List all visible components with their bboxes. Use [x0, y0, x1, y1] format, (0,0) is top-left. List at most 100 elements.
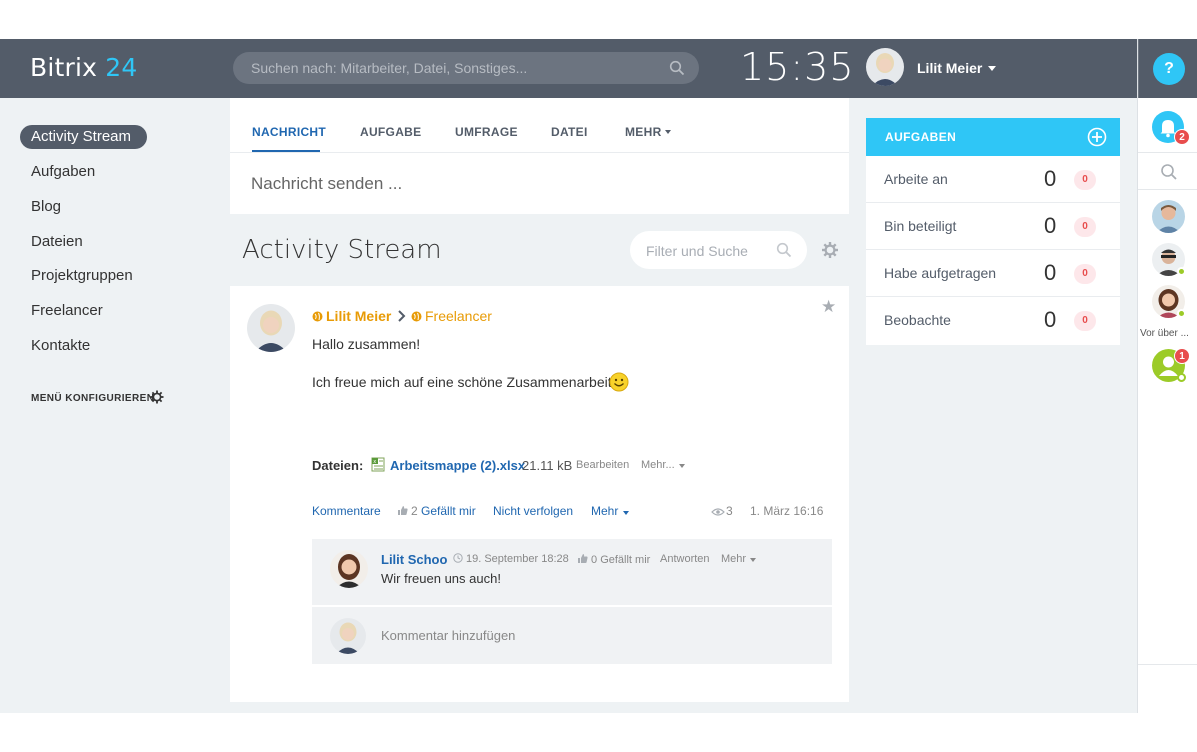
sidebar-item-freelancer[interactable]: Freelancer	[31, 302, 103, 319]
global-search[interactable]: Suchen nach: Mitarbeiter, Datei, Sonstig…	[233, 52, 699, 84]
tab-mehr[interactable]: MEHR	[625, 125, 662, 139]
excel-file-icon: x	[371, 457, 385, 472]
comment: Lilit Schoo 19. September 18:28 0 Gefäll…	[312, 539, 832, 605]
like-label: Gefällt mir	[421, 504, 476, 518]
avatar[interactable]	[330, 550, 368, 588]
divider	[1138, 189, 1197, 190]
star-icon[interactable]: ★	[821, 297, 836, 317]
file-size: 21.11 kB	[522, 458, 573, 473]
clock-icon	[453, 553, 463, 563]
more-contacts-label[interactable]: Vor über ...	[1140, 328, 1189, 339]
task-row-count: 0	[1044, 307, 1057, 332]
comment-time-text: 19. September 18:28	[466, 553, 569, 565]
user-avatar[interactable]	[866, 48, 904, 86]
add-comment[interactable]: Kommentar hinzufügen	[312, 607, 832, 664]
sidebar-item-dateien[interactable]: Dateien	[31, 233, 83, 250]
task-row-badge: 0	[1074, 170, 1096, 190]
files-label: Dateien:	[312, 458, 364, 473]
tab-umfrage[interactable]: UMFRAGE	[455, 125, 518, 139]
chevron-right-icon	[398, 310, 406, 322]
task-row-count: 0	[1044, 166, 1057, 191]
gear-icon[interactable]	[150, 390, 164, 404]
header-clock[interactable]: 15:35	[740, 45, 855, 89]
avatar	[330, 618, 366, 654]
post-author[interactable]: Lilit Meier	[312, 308, 391, 324]
sidebar-item-kontakte[interactable]: Kontakte	[31, 337, 90, 354]
status-indicator	[1177, 373, 1186, 382]
tasks-widget: AUFGABEN Arbeite an 0 0 Bin beteiligt 0 …	[866, 118, 1120, 345]
task-row[interactable]: Habe aufgetragen 0 0	[866, 250, 1120, 297]
comment-author[interactable]: Lilit Schoo	[381, 552, 447, 567]
chevron-down-icon[interactable]	[750, 558, 756, 562]
configure-menu-link[interactable]: MENÜ KONFIGURIEREN	[31, 393, 154, 404]
tasks-header[interactable]: AUFGABEN	[866, 118, 1120, 156]
more-actions-link[interactable]: Mehr	[591, 504, 618, 518]
comment-more-link[interactable]: Mehr	[721, 553, 746, 565]
task-row-label: Habe aufgetragen	[884, 265, 997, 281]
chevron-down-icon[interactable]	[623, 511, 629, 515]
post-date[interactable]: 1. März 16:16	[750, 504, 823, 518]
like-button[interactable]: 2 Gefällt mir	[397, 504, 476, 518]
search-input[interactable]: Suchen nach: Mitarbeiter, Datei, Sonstig…	[251, 60, 527, 76]
task-row[interactable]: Bin beteiligt 0 0	[866, 203, 1120, 250]
comment-like-label: Gefällt mir	[600, 554, 651, 566]
tab-nachricht[interactable]: NACHRICHT	[252, 125, 326, 139]
task-row-badge: 0	[1074, 217, 1096, 237]
online-indicator	[1177, 267, 1186, 276]
contact-avatar[interactable]	[1152, 200, 1185, 233]
search-icon[interactable]	[1160, 163, 1178, 181]
post-text-line: Ich freue mich auf eine schöne Zusammena…	[312, 374, 612, 390]
search-icon[interactable]	[776, 242, 792, 258]
tasks-title[interactable]: AUFGABEN	[885, 130, 956, 144]
sidebar-item-projektgruppen[interactable]: Projektgruppen	[31, 267, 133, 284]
message-input[interactable]: Nachricht senden ...	[251, 174, 402, 194]
eye-icon	[711, 508, 725, 516]
help-area: ?	[1138, 39, 1197, 98]
add-task-icon[interactable]	[1087, 127, 1107, 147]
file-edit-link[interactable]: Bearbeiten	[576, 459, 629, 471]
gear-icon[interactable]	[821, 241, 839, 259]
help-button[interactable]: ?	[1153, 53, 1185, 85]
contact-badge: 1	[1174, 348, 1190, 364]
task-row-label: Bin beteiligt	[884, 218, 957, 234]
comment-time[interactable]: 19. September 18:28	[453, 553, 569, 565]
view-count: 3	[726, 504, 733, 518]
sidebar-item-activity-stream[interactable]: Activity Stream	[31, 128, 131, 145]
smiley-icon	[609, 372, 629, 392]
file-link[interactable]: Arbeitsmappe (2).xlsx	[390, 458, 525, 473]
right-panel: ? 2 Vor über ... 1	[1137, 39, 1197, 713]
task-row-badge: 0	[1074, 311, 1096, 331]
post-destination[interactable]: Freelancer	[411, 308, 492, 324]
tab-datei[interactable]: DATEI	[551, 125, 588, 139]
filter-search[interactable]: Filter und Suche	[630, 231, 807, 269]
divider	[230, 152, 849, 153]
task-row[interactable]: Arbeite an 0 0	[866, 156, 1120, 203]
like-count: 2	[411, 504, 418, 518]
task-row-label: Beobachte	[884, 312, 951, 328]
comment-like-button[interactable]: 0 Gefällt mir	[577, 553, 650, 566]
sidebar-item-blog[interactable]: Blog	[31, 198, 61, 215]
task-row[interactable]: Beobachte 0 0	[866, 297, 1120, 344]
file-more-link[interactable]: Mehr...	[641, 459, 675, 471]
task-row-count: 0	[1044, 213, 1057, 238]
bitrix-logo[interactable]: Bitrix 24	[30, 53, 138, 82]
post-text-line: Hallo zusammen!	[312, 336, 421, 352]
thumbs-up-icon	[578, 554, 588, 563]
avatar[interactable]	[247, 304, 295, 352]
reply-link[interactable]: Antworten	[660, 553, 710, 565]
comment-input[interactable]: Kommentar hinzufügen	[381, 628, 515, 643]
search-icon[interactable]	[669, 60, 685, 76]
sidebar-item-aufgaben[interactable]: Aufgaben	[31, 163, 95, 180]
task-row-label: Arbeite an	[884, 171, 948, 187]
unfollow-link[interactable]: Nicht verfolgen	[493, 504, 573, 518]
chevron-down-icon[interactable]	[988, 66, 996, 71]
globe-icon	[312, 311, 323, 322]
user-name[interactable]: Lilit Meier	[917, 60, 982, 76]
tab-aufgabe[interactable]: AUFGABE	[360, 125, 421, 139]
feed-post: Lilit Meier Freelancer ★ Hallo zusammen!…	[230, 286, 849, 702]
chevron-down-icon[interactable]	[679, 464, 685, 468]
filter-input[interactable]: Filter und Suche	[646, 243, 748, 259]
app-frame: Bitrix 24 Suchen nach: Mitarbeiter, Date…	[0, 39, 1197, 713]
comments-link[interactable]: Kommentare	[312, 504, 381, 518]
chevron-down-icon[interactable]	[665, 130, 671, 134]
